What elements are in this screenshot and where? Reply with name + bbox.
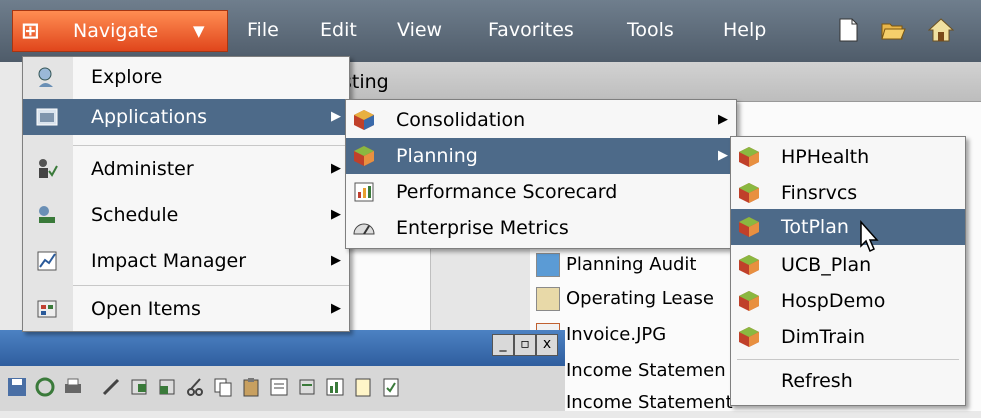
planning-app-icon [739, 183, 759, 203]
planning-app-icon [739, 217, 759, 237]
submenu-arrow-icon: ▶ [331, 253, 341, 268]
child-window-toolbar [0, 366, 565, 411]
print-icon[interactable] [62, 376, 84, 398]
submenu-arrow-icon: ▶ [331, 207, 341, 222]
copy-icon[interactable] [212, 376, 234, 398]
list-item[interactable]: Income Statement [566, 388, 733, 418]
paste-icon[interactable] [240, 376, 262, 398]
menu-item-schedule[interactable]: Schedule ▶ [23, 197, 349, 233]
submenu-arrow-icon: ▶ [331, 301, 341, 316]
menu-item-hospdemo[interactable]: HospDemo [731, 283, 965, 319]
restore-button[interactable]: ▫ [514, 334, 536, 356]
menu-item-explore[interactable]: Explore [23, 59, 349, 95]
menu-item-open-items[interactable]: Open Items ▶ [23, 291, 349, 327]
format-icon[interactable] [268, 376, 290, 398]
scorecard-icon [354, 182, 374, 202]
cut-icon[interactable] [184, 376, 206, 398]
child-window-titlebar: _ ▫ x [0, 330, 565, 366]
administer-icon [39, 159, 58, 178]
explore-icon [38, 67, 53, 87]
submenu-arrow-icon: ▶ [331, 109, 341, 124]
menu-item-impact-manager[interactable]: Impact Manager ▶ [23, 243, 349, 279]
insert-row-icon[interactable] [128, 376, 150, 398]
list-item[interactable]: Operating Lease [536, 284, 714, 314]
mouse-pointer-icon [860, 220, 879, 253]
close-button[interactable]: x [536, 334, 558, 356]
impact-manager-icon [37, 251, 57, 271]
menu-item-totplan[interactable]: TotPlan [731, 209, 965, 245]
save-icon[interactable] [6, 376, 28, 398]
spreadsheet-icon [536, 287, 560, 311]
menu-separator [73, 285, 349, 286]
planning-app-icon [739, 255, 759, 275]
insert-column-icon[interactable] [156, 376, 178, 398]
menubar: ⊞ Navigate ▼ File Edit View Favorites To… [0, 0, 981, 62]
navigate-menu: Explore Applications ▶ Administer ▶ Sche… [22, 56, 350, 332]
submenu-arrow-icon: ▶ [718, 148, 728, 163]
menu-item-administer[interactable]: Administer ▶ [23, 151, 349, 187]
planning-app-icon [739, 327, 759, 347]
open-items-icon [37, 300, 57, 318]
planning-app-icon [739, 291, 759, 311]
menu-item-refresh[interactable]: Refresh [731, 363, 965, 399]
home-icon[interactable] [928, 17, 954, 43]
report-header-strip: sting [320, 62, 981, 102]
edit-icon[interactable] [100, 376, 122, 398]
consolidation-icon [354, 110, 374, 130]
menu-item-hphealth[interactable]: HPHealth [731, 139, 965, 175]
list-item[interactable]: Income Statemen [566, 356, 726, 386]
menu-item-applications[interactable]: Applications ▶ [23, 99, 349, 135]
menu-favorites[interactable]: Favorites [488, 18, 574, 42]
chevron-down-icon: ▼ [193, 22, 205, 40]
planning-icon [354, 146, 374, 166]
menu-item-performance-scorecard[interactable]: Performance Scorecard [346, 174, 736, 210]
align-icon[interactable] [296, 376, 318, 398]
applications-submenu: Consolidation ▶ Planning ▶ Performance S… [345, 99, 737, 249]
note-icon[interactable] [352, 376, 374, 398]
list-item[interactable]: Planning Audit [536, 250, 696, 280]
menu-edit[interactable]: Edit [320, 18, 357, 42]
planning-audit-icon [536, 253, 560, 277]
menu-item-enterprise-metrics[interactable]: Enterprise Metrics [346, 210, 736, 246]
navigate-button[interactable]: ⊞ Navigate ▼ [12, 10, 228, 52]
menu-file[interactable]: File [247, 18, 279, 42]
validate-icon[interactable] [380, 376, 402, 398]
menu-separator [737, 359, 959, 360]
refresh-icon[interactable] [34, 376, 56, 398]
menu-item-finsrvcs[interactable]: Finsrvcs [731, 175, 965, 211]
applications-icon [36, 108, 58, 126]
chart-icon[interactable] [324, 376, 346, 398]
menu-item-dimtrain[interactable]: DimTrain [731, 319, 965, 355]
submenu-arrow-icon: ▶ [331, 161, 341, 176]
menu-item-consolidation[interactable]: Consolidation ▶ [346, 102, 736, 138]
hyperion-logo-icon: ⊞ [21, 19, 40, 44]
submenu-arrow-icon: ▶ [718, 112, 728, 127]
menu-item-planning[interactable]: Planning ▶ [346, 138, 736, 174]
metrics-icon [353, 223, 375, 235]
schedule-icon [39, 206, 55, 223]
menu-view[interactable]: View [397, 18, 442, 42]
minimize-button[interactable]: _ [492, 334, 514, 356]
open-folder-icon[interactable] [880, 17, 906, 43]
new-document-icon[interactable] [835, 17, 861, 43]
menu-item-ucb-plan[interactable]: UCB_Plan [731, 247, 965, 283]
planning-submenu: HPHealth Finsrvcs TotPlan UCB_Plan HospD… [730, 136, 966, 406]
menu-tools[interactable]: Tools [627, 18, 674, 42]
planning-app-icon [739, 147, 759, 167]
menu-help[interactable]: Help [723, 18, 766, 42]
menu-separator [73, 145, 349, 146]
